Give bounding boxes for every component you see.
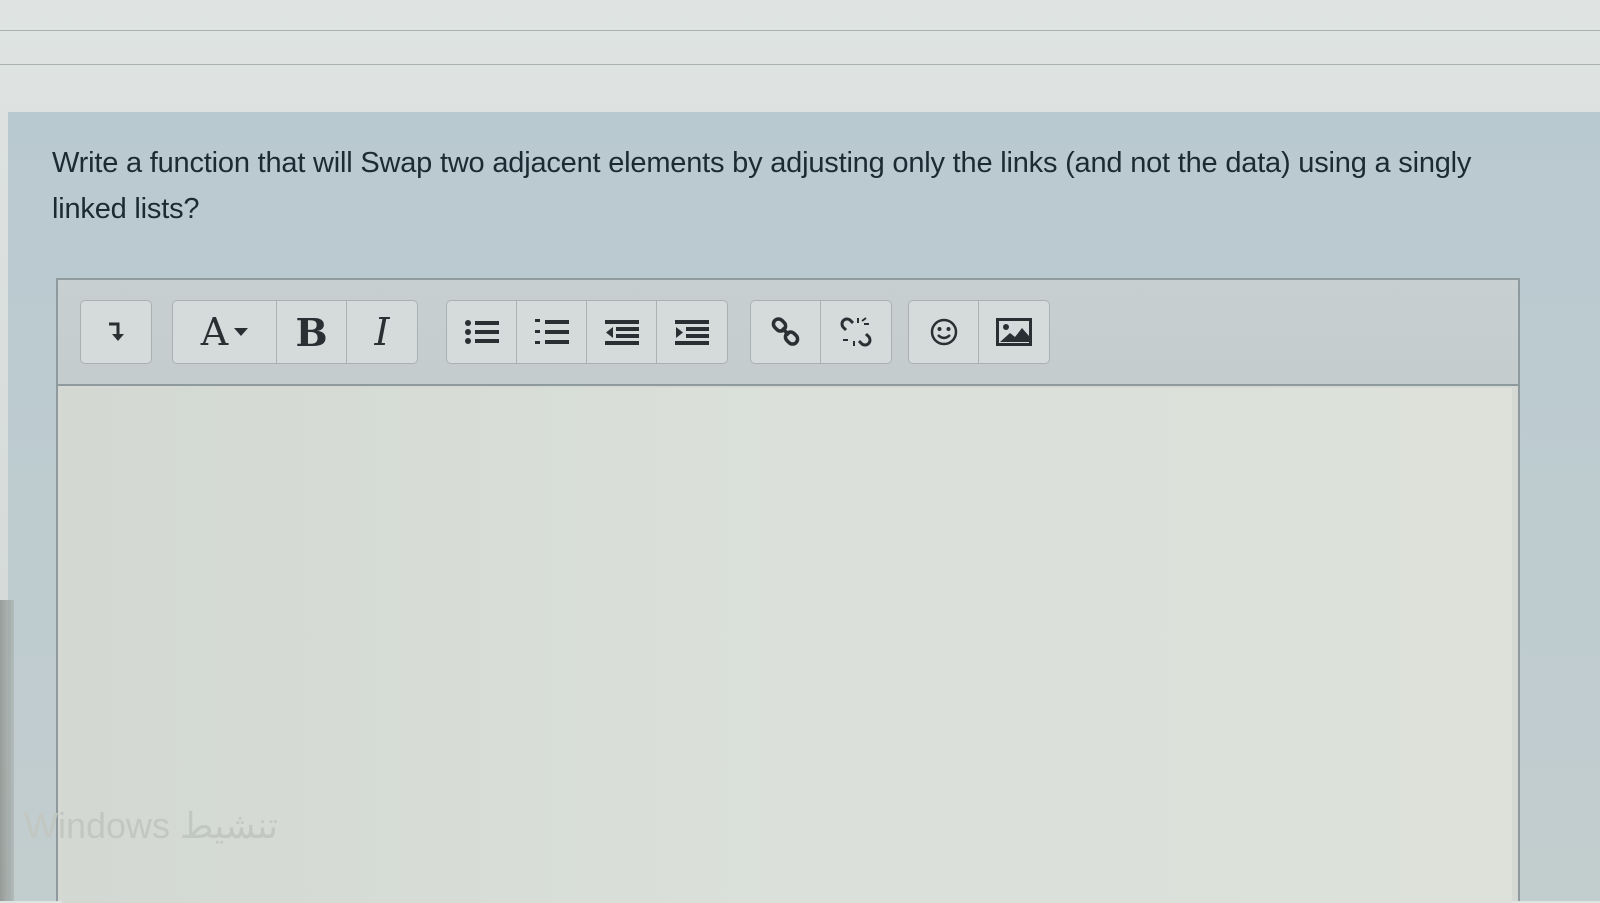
bold-icon: B	[295, 309, 328, 355]
toolbar-group-format: A B I	[172, 300, 418, 364]
italic-icon: I	[374, 310, 390, 354]
outdent-icon	[604, 318, 640, 346]
toolbar-group-insert	[908, 300, 1050, 364]
ordered-list-button[interactable]	[517, 301, 587, 363]
italic-button[interactable]: I	[347, 301, 417, 363]
unordered-list-button[interactable]	[447, 301, 517, 363]
link-icon	[770, 316, 802, 348]
indent-icon	[674, 318, 710, 346]
image-icon	[996, 318, 1032, 346]
header-divider-1	[0, 30, 1600, 31]
outdent-button[interactable]	[587, 301, 657, 363]
image-button[interactable]	[979, 301, 1049, 363]
editor-content-area[interactable]	[62, 388, 1512, 903]
collapse-toolbar-icon	[106, 319, 126, 345]
windows-activation-watermark: Windows تنشيط	[24, 805, 279, 846]
toolbar-group-lists	[446, 300, 728, 364]
toolbar-group-links	[750, 300, 892, 364]
chevron-down-icon	[234, 327, 249, 337]
screen-edge-shadow	[0, 600, 14, 901]
header-divider-2	[0, 64, 1600, 65]
unlink-icon	[840, 316, 872, 348]
ordered-list-icon	[534, 317, 570, 347]
emoticon-icon	[929, 317, 959, 347]
font-style-dropdown-button[interactable]: A	[173, 301, 277, 363]
unlink-button[interactable]	[821, 301, 891, 363]
font-style-dropdown-icon: A	[200, 310, 229, 354]
question-text: Write a function that will Swap two adja…	[52, 147, 1472, 225]
unordered-list-icon	[464, 318, 500, 346]
editor-toolbar: A B I	[58, 280, 1518, 386]
emoticon-button[interactable]	[909, 301, 979, 363]
toolbar-group-collapse	[80, 300, 152, 364]
bold-button[interactable]: B	[277, 301, 347, 363]
link-button[interactable]	[751, 301, 821, 363]
indent-button[interactable]	[657, 301, 727, 363]
collapse-toolbar-button[interactable]	[81, 301, 151, 363]
